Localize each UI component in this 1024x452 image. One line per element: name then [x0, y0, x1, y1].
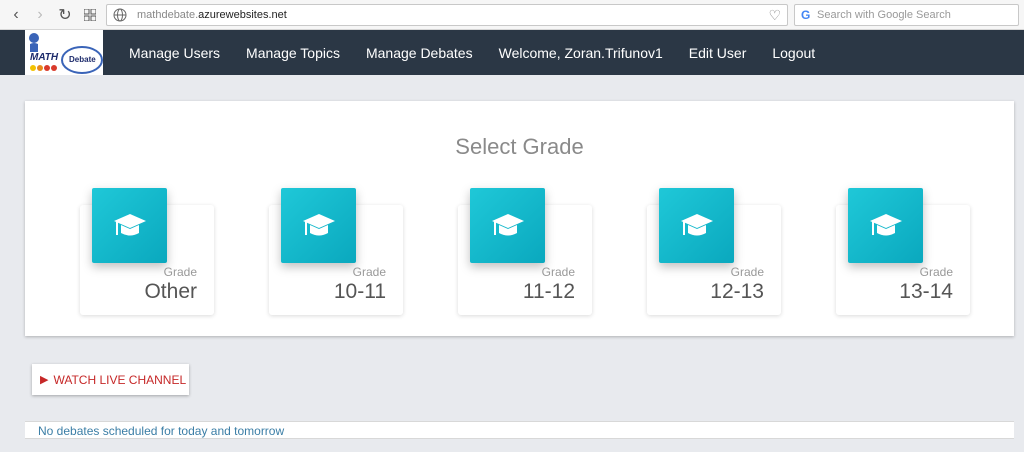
nav-links: Manage Users Manage Topics Manage Debate…	[129, 30, 841, 75]
nav-logout[interactable]: Logout	[772, 45, 815, 61]
nav-edit-user[interactable]: Edit User	[689, 45, 747, 61]
grade-card-13-14[interactable]: Grade 13-14	[836, 188, 970, 315]
google-icon: G	[801, 8, 811, 22]
watch-live-label: WATCH LIVE CHANNEL	[53, 372, 187, 387]
globe-icon	[113, 8, 127, 22]
grade-value: 10-11	[333, 280, 386, 303]
graduation-cap-icon	[92, 188, 167, 263]
forward-icon[interactable]: ›	[30, 5, 50, 25]
search-placeholder: Search with Google Search	[817, 9, 951, 21]
graduation-cap-icon	[281, 188, 356, 263]
graduation-cap-icon	[470, 188, 545, 263]
nav-welcome-user[interactable]: Welcome, Zoran.Trifunov1	[499, 45, 663, 61]
play-icon: ▶	[40, 374, 49, 386]
grade-label: Grade	[730, 265, 764, 279]
address-bar[interactable]: mathdebate.azurewebsites.net ♡	[106, 4, 788, 26]
no-debates-message: No debates scheduled for today and tomor…	[38, 424, 285, 438]
watch-live-channel-button[interactable]: ▶ WATCH LIVE CHANNEL	[32, 364, 189, 395]
grade-value: 11-12	[522, 280, 575, 303]
logo-text-math: MATH	[30, 52, 59, 63]
grade-value: 13-14	[899, 280, 953, 303]
url-text: mathdebate.azurewebsites.net	[137, 9, 287, 21]
grade-card-12-13[interactable]: Grade 12-13	[647, 188, 781, 315]
grade-label: Grade	[163, 265, 197, 279]
grade-value: Other	[144, 280, 197, 303]
grade-label: Grade	[352, 265, 386, 279]
nav-manage-debates[interactable]: Manage Debates	[366, 45, 473, 61]
grade-value: 12-13	[710, 280, 764, 303]
grade-label: Grade	[541, 265, 575, 279]
browser-toolbar: ‹ › ↻ mathdebate.azurewebsites.net ♡ G S…	[0, 0, 1024, 30]
navbar: MATH Debate Manage Users Manage Topics M…	[0, 30, 1024, 75]
speed-dial-icon[interactable]	[80, 5, 100, 25]
page-title: Select Grade	[455, 134, 584, 159]
back-icon[interactable]: ‹	[6, 5, 26, 25]
grade-card-10-11[interactable]: Grade 10-11	[269, 188, 403, 315]
grade-label: Grade	[919, 265, 953, 279]
grade-card-11-12[interactable]: Grade 11-12	[458, 188, 592, 315]
select-grade-card: Select Grade Grade Other Grade 10-11 Gra…	[25, 101, 1014, 336]
debates-schedule-bar: No debates scheduled for today and tomor…	[25, 421, 1014, 439]
nav-manage-users[interactable]: Manage Users	[129, 45, 220, 61]
grade-card-other[interactable]: Grade Other	[80, 188, 214, 315]
search-input[interactable]: G Search with Google Search	[794, 4, 1019, 26]
graduation-cap-icon	[659, 188, 734, 263]
reload-icon[interactable]: ↻	[55, 5, 75, 25]
nav-manage-topics[interactable]: Manage Topics	[246, 45, 340, 61]
graduation-cap-icon	[848, 188, 923, 263]
bookmark-heart-icon[interactable]: ♡	[768, 7, 781, 24]
logo-text-debate: Debate	[69, 55, 96, 64]
math-debate-logo[interactable]: MATH Debate	[25, 30, 103, 75]
